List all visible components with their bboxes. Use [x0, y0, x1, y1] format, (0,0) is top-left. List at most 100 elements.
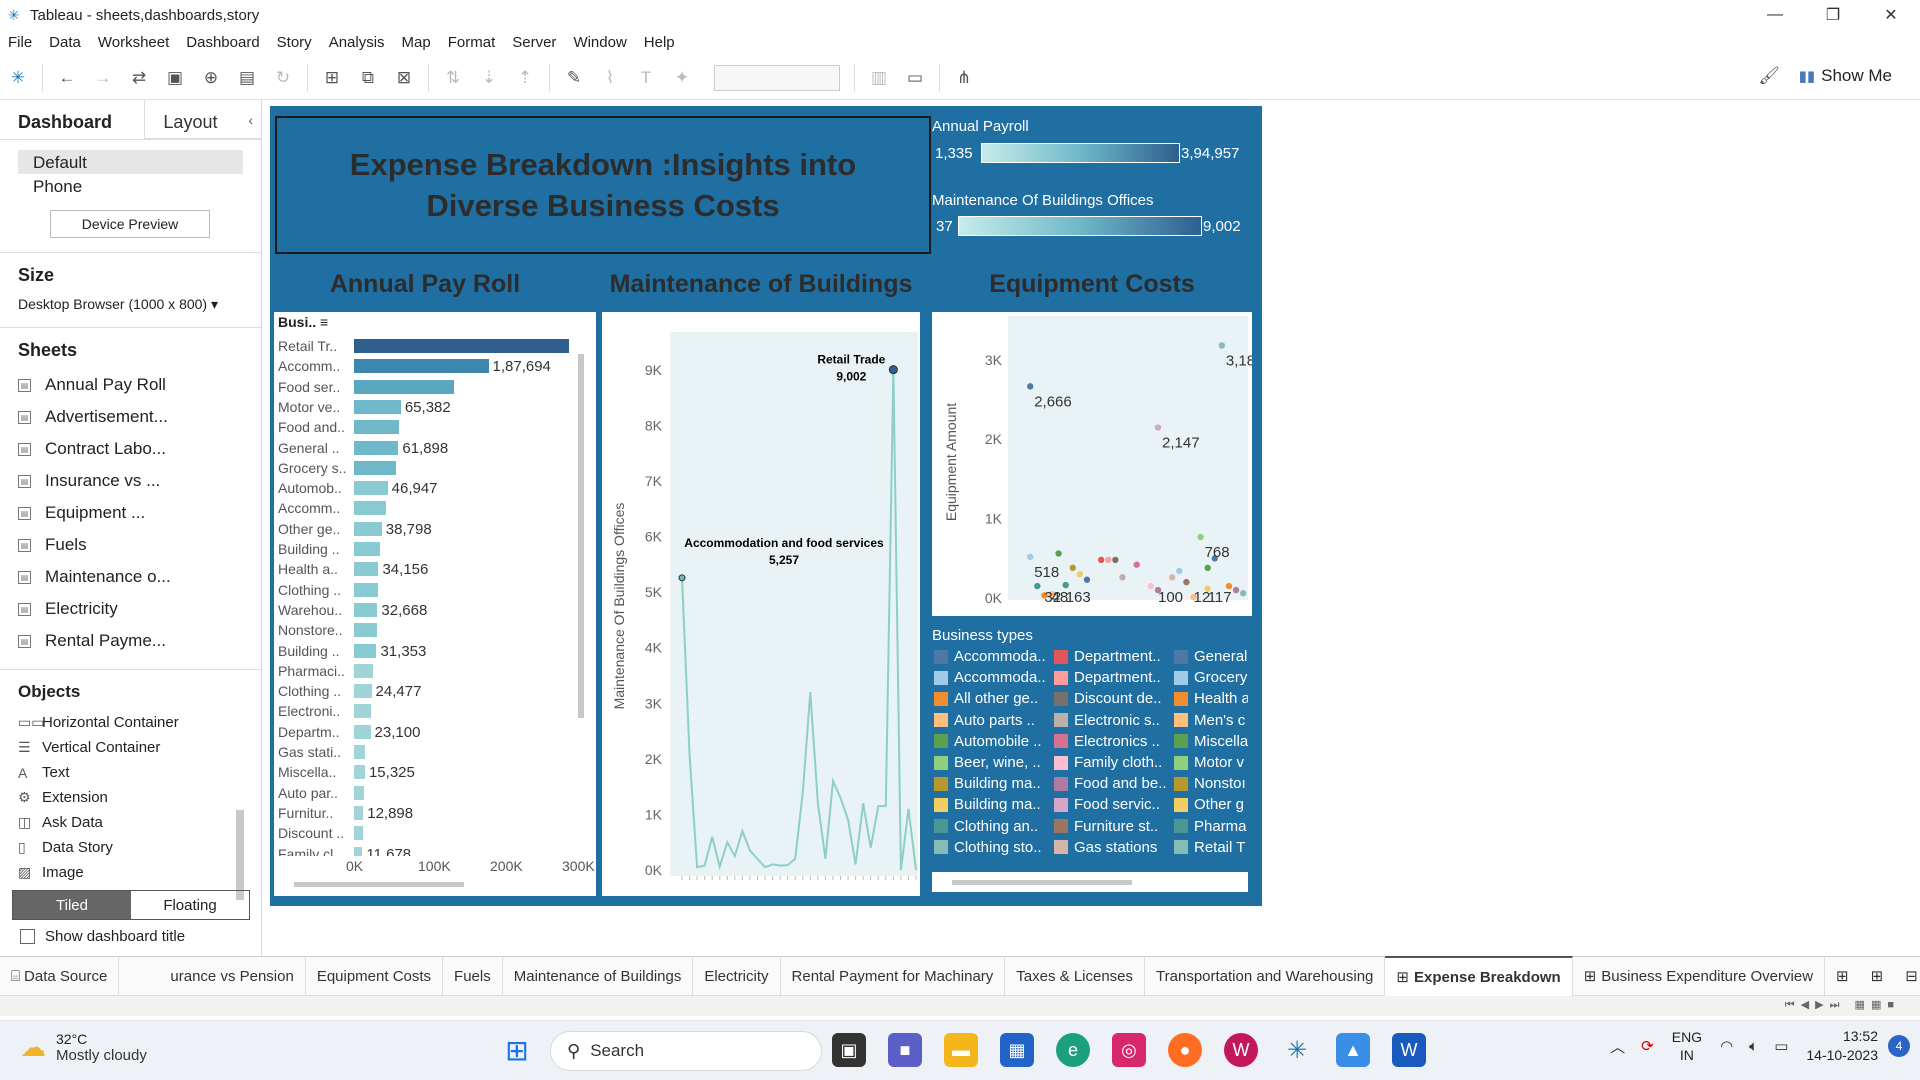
scatter-point[interactable] — [1133, 561, 1140, 568]
bar[interactable] — [354, 623, 377, 638]
bar-column-header[interactable]: Busi.. ≡ — [278, 314, 328, 330]
tableau-home-icon[interactable]: ✳ — [3, 63, 33, 93]
save-icon[interactable]: ▣ — [160, 63, 190, 93]
new-worksheet-tab-icon[interactable]: ⊞ — [1825, 956, 1860, 996]
legend-item[interactable]: Electronics .. — [1054, 733, 1168, 750]
legend-item[interactable]: Pharma — [1174, 818, 1248, 835]
bar-row[interactable]: Automob.. 46,947 — [274, 478, 570, 498]
clock[interactable]: 13:52 14-10-2023 — [1806, 1027, 1878, 1065]
tab-taxes-licenses[interactable]: Taxes & Licenses — [1005, 956, 1146, 996]
bar-row[interactable]: Food ser.. — [274, 377, 570, 397]
maintenance-panel[interactable]: 0K 1K 2K 3K 4K 5K 6K 7K 8K 9K Maintenance Of Build… — [602, 312, 920, 896]
menu-file[interactable]: File — [8, 34, 32, 51]
bar[interactable] — [354, 765, 365, 780]
scatter-point[interactable] — [1027, 383, 1034, 390]
scatter-point[interactable] — [1218, 342, 1226, 349]
tab-maintenance-of-buildings[interactable]: Maintenance of Buildings — [503, 956, 694, 996]
language-region[interactable]: IN — [1672, 1046, 1702, 1064]
scatter-point[interactable] — [1055, 550, 1062, 557]
taskbar-search[interactable]: ⚲ Search — [550, 1031, 822, 1071]
menu-analysis[interactable]: Analysis — [329, 34, 385, 51]
menu-data[interactable]: Data — [49, 34, 81, 51]
store-icon[interactable]: ▦ — [1000, 1033, 1034, 1067]
legend-item[interactable]: Grocery — [1174, 669, 1248, 686]
device-preview-button[interactable]: Device Preview — [50, 210, 210, 238]
bar-row[interactable]: Other ge.. 38,798 — [274, 519, 570, 539]
bar-row[interactable]: Accomm.. 1,87,694 — [274, 356, 570, 376]
legend-item[interactable]: Retail T — [1174, 839, 1248, 856]
swap-icon[interactable]: ⇅ — [438, 63, 468, 93]
bar-row[interactable]: Motor ve.. 65,382 — [274, 397, 570, 417]
bar-row[interactable]: Furnitur.. 12,898 — [274, 803, 570, 823]
legend-item[interactable]: Food and be.. — [1054, 775, 1168, 792]
bar[interactable] — [354, 684, 372, 699]
scatter-point[interactable] — [1034, 582, 1041, 590]
sheet-item[interactable]: ▤ Rental Payme... — [18, 625, 243, 657]
cards-icon[interactable]: ▥ — [864, 63, 894, 93]
legend-item[interactable]: All other ge.. — [934, 690, 1048, 707]
tab-transportation-warehousing[interactable]: Transportation and Warehousing — [1145, 956, 1386, 996]
object-data-story[interactable]: ▯ Data Story — [18, 835, 243, 860]
scatter-point[interactable] — [1240, 590, 1247, 597]
notification-badge[interactable]: 4 — [1888, 1035, 1910, 1057]
scatter-point[interactable] — [1098, 556, 1105, 564]
bar[interactable] — [354, 521, 382, 536]
legend-item[interactable]: Other g — [1174, 796, 1248, 813]
sheet-item[interactable]: ▤ Fuels — [18, 529, 243, 561]
pin-icon[interactable]: ✦ — [667, 63, 697, 93]
clear-sheet-icon[interactable]: ⊠ — [389, 63, 419, 93]
maximize-button[interactable]: ❐ — [1804, 0, 1862, 30]
bar-row[interactable]: Building .. — [274, 539, 570, 559]
legend-item[interactable]: Health a — [1174, 690, 1248, 707]
bar-row[interactable]: Departm.. 23,100 — [274, 722, 570, 742]
scatter-point[interactable] — [1154, 424, 1162, 431]
legend-maintenance-ramp[interactable] — [958, 216, 1202, 236]
legend-item[interactable]: Electronic s.. — [1054, 712, 1168, 729]
bar-row[interactable]: Accomm.. — [274, 498, 570, 518]
bar-row[interactable]: Discount .. — [274, 823, 570, 843]
legend-item[interactable]: Men's c — [1174, 712, 1248, 729]
bar[interactable] — [354, 399, 401, 414]
tab-insurance-vs-pension[interactable]: urance vs Pension — [159, 956, 306, 996]
tab-layout[interactable]: Layout — [145, 100, 261, 139]
menu-worksheet[interactable]: Worksheet — [98, 34, 169, 51]
scatter-point[interactable] — [1169, 574, 1176, 581]
sort-asc-icon[interactable]: ⇣ — [474, 63, 504, 93]
annual-payroll-panel[interactable]: Busi.. ≡ Retail Tr.. Accomm.. 1,87,694 Food… — [274, 312, 596, 896]
object-vertical-container[interactable]: ☰ Vertical Container — [18, 735, 243, 760]
legend-item[interactable]: Motor v — [1174, 754, 1248, 771]
legend-item[interactable]: Miscella — [1174, 733, 1248, 750]
minimize-button[interactable]: — — [1746, 0, 1804, 30]
legend-item[interactable]: General — [1174, 648, 1248, 665]
bar-row[interactable]: Grocery s.. — [274, 458, 570, 478]
menu-format[interactable]: Format — [448, 34, 496, 51]
bar[interactable] — [354, 643, 377, 658]
object-ask-data[interactable]: ◫ Ask Data — [18, 810, 243, 835]
bar-row[interactable]: Gas stati.. — [274, 742, 570, 762]
duplicate-icon[interactable]: ⧉ — [353, 63, 383, 93]
bar[interactable] — [354, 602, 378, 617]
bar[interactable] — [354, 745, 366, 759]
tab-electricity[interactable]: Electricity — [693, 956, 781, 996]
bar[interactable] — [354, 339, 569, 353]
pause-updates-icon[interactable]: ▤ — [232, 63, 262, 93]
sheet-item[interactable]: ▤ Equipment ... — [18, 497, 243, 529]
fit-dropdown[interactable] — [714, 64, 840, 91]
presentation-icon[interactable]: ▭ — [900, 63, 930, 93]
equipment-panel[interactable]: 0K 1K 2K 3K Equipment Amount 2,666 2,147 3,181 5… — [932, 312, 1263, 616]
new-story-tab-icon[interactable]: ⊟ — [1894, 956, 1920, 996]
tab-dashboard[interactable]: Dashboard — [0, 100, 146, 139]
sheet-item[interactable]: ▤ Maintenance o... — [18, 561, 243, 593]
scatter-point[interactable] — [1112, 556, 1119, 564]
scatter-point[interactable] — [1147, 582, 1155, 590]
dashboard-title-box[interactable]: Expense Breakdown :Insights into Diverse… — [275, 116, 931, 254]
equipment-scatter-chart[interactable]: 0K 1K 2K 3K Equipment Amount 2,666 2,147 3,181 5… — [932, 312, 1263, 616]
bar[interactable] — [354, 826, 363, 841]
object-image[interactable]: ▨ Image — [18, 860, 243, 885]
labels-icon[interactable]: T — [631, 63, 661, 93]
firefox-icon[interactable]: ● — [1168, 1033, 1202, 1067]
sheet-item[interactable]: ▤ Annual Pay Roll — [18, 369, 243, 401]
objects-scrollbar[interactable] — [236, 790, 246, 980]
bar[interactable] — [354, 562, 379, 577]
legend-item[interactable]: Building ma.. — [934, 775, 1048, 792]
